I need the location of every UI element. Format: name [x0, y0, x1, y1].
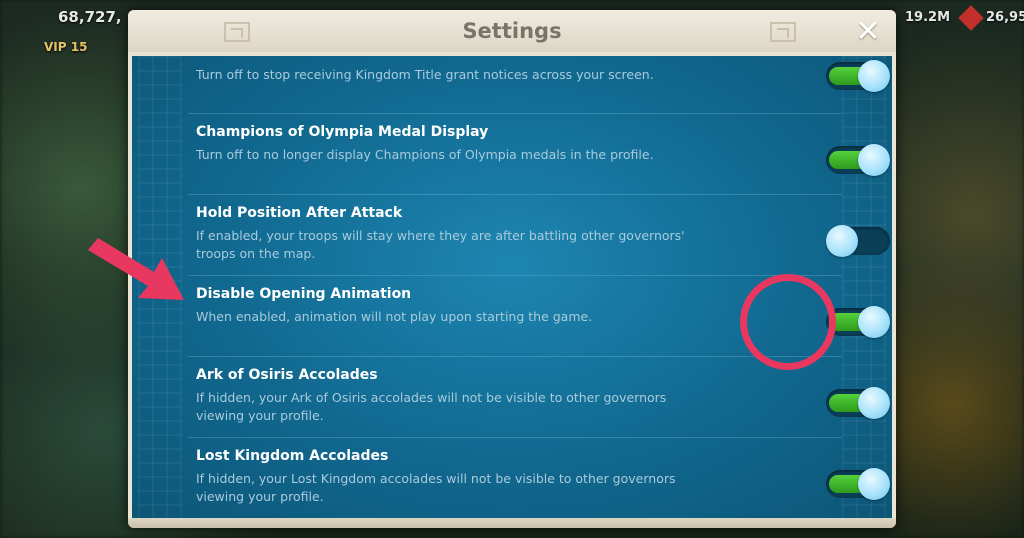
setting-row-lost-kingdom: Lost Kingdom Accolades If hidden, your L… [196, 448, 890, 518]
setting-description: If hidden, your Ark of Osiris accolades … [196, 390, 667, 423]
row-divider [188, 194, 842, 195]
vip-badge: VIP 15 [44, 40, 88, 54]
toggle-knob [858, 144, 890, 176]
setting-row-hold-position: Hold Position After Attack If enabled, y… [196, 205, 890, 275]
toggle-knob [858, 60, 890, 92]
settings-dialog: Settings ✕ Turn off to stop receiving Ki… [128, 10, 896, 528]
pointer-arrow-icon [88, 238, 184, 300]
setting-title: Disable Opening Animation [196, 286, 412, 302]
setting-row-olympia-medal: Champions of Olympia Medal Display Turn … [196, 124, 890, 194]
dialog-bottom-bar [128, 518, 896, 528]
resource-counter-1: 19.2M [905, 10, 951, 25]
close-icon[interactable]: ✕ [854, 17, 882, 47]
meander-ornament-right-icon [770, 22, 796, 42]
setting-description: Turn off to no longer display Champions … [196, 147, 654, 162]
toggle-knob [826, 225, 858, 257]
dialog-title-bar: Settings ✕ [128, 10, 896, 52]
setting-description: If enabled, your troops will stay where … [196, 228, 685, 261]
toggle-lost-kingdom[interactable] [826, 468, 890, 500]
row-divider [188, 356, 842, 357]
row-divider [188, 275, 842, 276]
row-divider [188, 113, 842, 114]
toggle-knob [858, 387, 890, 419]
toggle-knob [858, 468, 890, 500]
row-divider [188, 437, 842, 438]
setting-title: Hold Position After Attack [196, 205, 403, 221]
toggle-knob [858, 306, 890, 338]
toggle-kingdom-title-notices[interactable] [826, 60, 890, 92]
setting-description: When enabled, animation will not play up… [196, 309, 593, 324]
toggle-olympia-medal[interactable] [826, 144, 890, 176]
setting-row-kingdom-title-notices: Turn off to stop receiving Kingdom Title… [196, 60, 890, 106]
setting-title: Champions of Olympia Medal Display [196, 124, 489, 140]
setting-description: Turn off to stop receiving Kingdom Title… [196, 67, 654, 82]
toggle-hold-position[interactable] [826, 225, 890, 257]
highlight-ring [740, 274, 836, 370]
power-counter: 68,727, [58, 8, 122, 26]
greek-key-border-right [842, 56, 886, 520]
setting-row-ark-of-osiris: Ark of Osiris Accolades If hidden, your … [196, 367, 890, 437]
setting-description: If hidden, your Lost Kingdom accolades w… [196, 471, 676, 504]
setting-title: Lost Kingdom Accolades [196, 448, 389, 464]
toggle-ark-of-osiris[interactable] [826, 387, 890, 419]
setting-title: Ark of Osiris Accolades [196, 367, 378, 383]
resource-counter-2: 26,95 [986, 10, 1024, 25]
